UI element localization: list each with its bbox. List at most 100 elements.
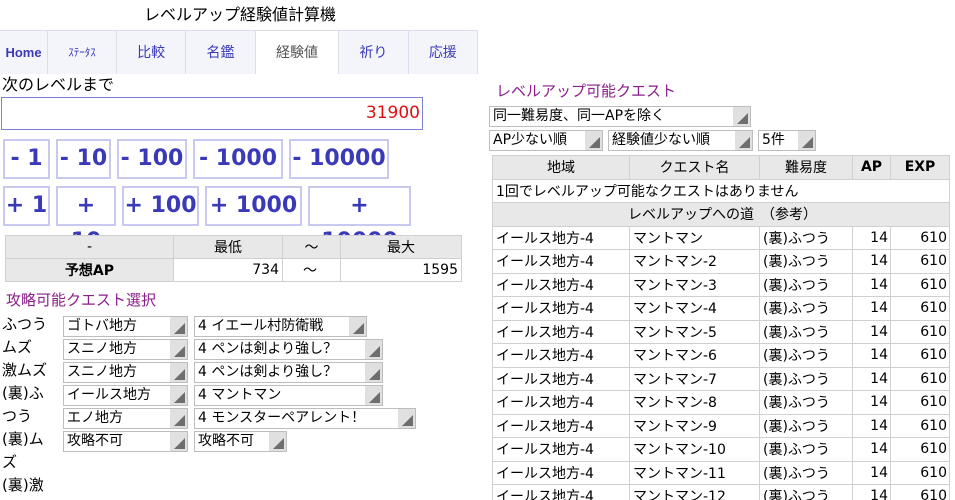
quest-select-value: 4 マントマン <box>198 387 282 403</box>
app-title: レベルアップ経験値計算機 <box>143 5 336 24</box>
exclude-filter-select[interactable]: 同一難易度、同一APを除く <box>489 106 751 127</box>
cell-region: イールス地方-4 <box>492 484 630 500</box>
plus-10000-button[interactable]: + 10000 <box>308 186 411 254</box>
quest-select-normal[interactable]: 4 イエール村防衛戦 <box>194 316 367 337</box>
results-title: レベルアップ可能クエスト <box>496 82 677 100</box>
cell-ap: 14 <box>852 484 891 500</box>
region-select-ura-very-hard[interactable]: 攻略不可 <box>63 431 188 452</box>
tab-home[interactable]: Home <box>0 31 48 74</box>
cell-exp: 610 <box>890 437 950 462</box>
ap-header-tilde: ～ <box>282 235 341 259</box>
cell-quest: マントマン-5 <box>629 319 760 344</box>
dropdown-arrow-icon <box>349 317 366 336</box>
region-select-value: エノ地方 <box>67 410 123 426</box>
cell-ap: 14 <box>852 343 891 368</box>
minus-10000-button[interactable]: - 10000 <box>289 139 389 179</box>
dropdown-arrow-icon <box>585 131 602 150</box>
tab-prayer[interactable]: 祈り <box>339 31 409 74</box>
quest-select-very-hard[interactable]: 4 ペンは剣より強し？ <box>194 362 383 383</box>
exp-sort-select[interactable]: 経験値少ない順 <box>608 130 753 151</box>
cell-region: イールス地方-4 <box>492 296 630 321</box>
region-select-normal[interactable]: ゴトバ地方 <box>63 316 188 337</box>
cell-quest: マントマン-7 <box>629 366 760 391</box>
plus-100-button[interactable]: + 100 <box>122 186 199 226</box>
col-header-exp: EXP <box>890 155 950 180</box>
quest-select-ura-normal[interactable]: 4 マントマン <box>194 385 383 406</box>
cell-exp: 610 <box>890 484 950 500</box>
plus-1-button[interactable]: + 1 <box>3 186 50 226</box>
tab-experience[interactable]: 経験値 <box>255 31 340 74</box>
difficulty-label: (裏)ふ <box>2 384 44 402</box>
ap-row-label: 予想AP <box>5 258 174 282</box>
quest-select-value: 攻略不可 <box>198 433 254 449</box>
tab-cheer[interactable]: 応援 <box>409 31 479 74</box>
cell-exp: 610 <box>890 272 950 297</box>
difficulty-label: 激ムズ <box>2 361 48 379</box>
region-select-hard[interactable]: スニノ地方 <box>63 339 188 360</box>
cell-difficulty: (裏)ふつう <box>759 437 853 462</box>
difficulty-label: ふつう <box>2 315 48 333</box>
minus-10-button[interactable]: - 10 <box>56 139 111 179</box>
cell-difficulty: (裏)ふつう <box>759 296 853 321</box>
cell-quest: マントマン <box>629 225 760 250</box>
cell-exp: 610 <box>890 366 950 391</box>
difficulty-labels: ふつう ムズ 激ムズ (裏)ふ つう (裏)ム ズ (裏)激 ムズ <box>2 313 58 500</box>
cell-difficulty: (裏)ふつう <box>759 413 853 438</box>
dropdown-arrow-icon <box>798 131 815 150</box>
ap-sort-select[interactable]: AP少ない順 <box>489 130 603 151</box>
col-header-ap: AP <box>852 155 891 180</box>
minus-1-button[interactable]: - 1 <box>3 139 50 179</box>
result-count-select[interactable]: 5件 <box>758 130 816 151</box>
region-select-ura-normal[interactable]: イールス地方 <box>63 385 188 406</box>
table-row: イールス地方-4 マントマン-5 (裏)ふつう 14 610 <box>492 319 950 344</box>
cell-region: イールス地方-4 <box>492 390 630 415</box>
table-row: イールス地方-4 マントマン (裏)ふつう 14 610 <box>492 225 950 250</box>
results-table: 地域 クエスト名 難易度 AP EXP 1回でレベルアップ可能なクエストはありま… <box>492 155 950 500</box>
cell-quest: マントマン-10 <box>629 437 760 462</box>
cell-exp: 610 <box>890 413 950 438</box>
exp-value-input[interactable]: 31900 <box>1 97 423 130</box>
cell-difficulty: (裏)ふつう <box>759 319 853 344</box>
cell-ap: 14 <box>852 296 891 321</box>
tab-directory[interactable]: 名鑑 <box>186 31 256 74</box>
region-select-value: 攻略不可 <box>67 433 123 449</box>
cell-quest: マントマン-8 <box>629 390 760 415</box>
table-row: イールス地方-4 マントマン-9 (裏)ふつう 14 610 <box>492 413 950 438</box>
cell-difficulty: (裏)ふつう <box>759 460 853 485</box>
table-row: イールス地方-4 マントマン-12 (裏)ふつう 14 610 <box>492 484 950 500</box>
dropdown-arrow-icon <box>170 432 187 451</box>
dropdown-arrow-icon <box>170 340 187 359</box>
ap-header-dash: - <box>5 235 174 259</box>
table-row: イールス地方-4 マントマン-11 (裏)ふつう 14 610 <box>492 460 950 485</box>
quest-select-hard[interactable]: 4 ペンは剣より強し？ <box>194 339 383 360</box>
cell-difficulty: (裏)ふつう <box>759 272 853 297</box>
cell-exp: 610 <box>890 460 950 485</box>
cell-ap: 14 <box>852 319 891 344</box>
cell-region: イールス地方-4 <box>492 272 630 297</box>
cell-quest: マントマン-6 <box>629 343 760 368</box>
table-row: イールス地方-4 マントマン-8 (裏)ふつう 14 610 <box>492 390 950 415</box>
tab-status[interactable]: ｽﾃｰﾀｽ <box>48 31 117 74</box>
region-select-ura-hard[interactable]: エノ地方 <box>63 408 188 429</box>
cell-difficulty: (裏)ふつう <box>759 343 853 368</box>
ap-header-min: 最低 <box>173 235 283 259</box>
cell-difficulty: (裏)ふつう <box>759 484 853 500</box>
cell-difficulty: (裏)ふつう <box>759 225 853 250</box>
table-row: イールス地方-4 マントマン-7 (裏)ふつう 14 610 <box>492 366 950 391</box>
minus-100-button[interactable]: - 100 <box>117 139 187 179</box>
quest-select-ura-hard[interactable]: 4 モンスターペアレント！ <box>194 408 416 429</box>
dropdown-arrow-icon <box>269 432 286 451</box>
col-header-difficulty: 難易度 <box>759 155 853 180</box>
exclude-filter-value: 同一難易度、同一APを除く <box>493 108 666 124</box>
plus-1000-button[interactable]: + 1000 <box>205 186 302 226</box>
cell-quest: マントマン-2 <box>629 249 760 274</box>
tab-compare[interactable]: 比較 <box>117 31 187 74</box>
road-to-levelup-label: レベルアップへの道 （参考） <box>492 202 950 227</box>
ap-min-value: 734 <box>173 258 283 282</box>
quest-select-ura-very-hard[interactable]: 攻略不可 <box>194 431 287 452</box>
minus-1000-button[interactable]: - 1000 <box>193 139 283 179</box>
cell-quest: マントマン-4 <box>629 296 760 321</box>
region-select-very-hard[interactable]: スニノ地方 <box>63 362 188 383</box>
plus-10-button[interactable]: + 10 <box>56 186 116 254</box>
cell-exp: 610 <box>890 249 950 274</box>
